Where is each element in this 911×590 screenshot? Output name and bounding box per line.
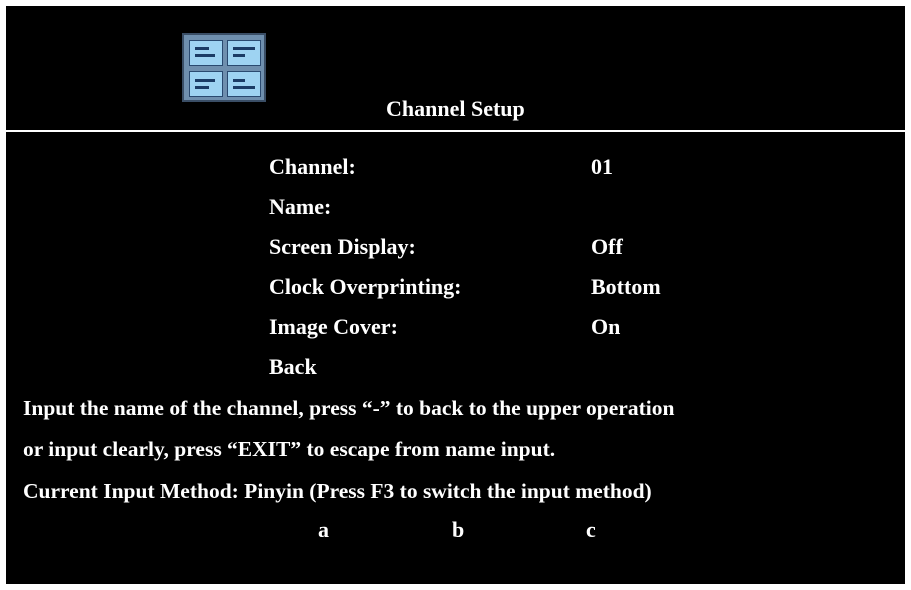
help-text-line-1: Input the name of the channel, press “-”…	[23, 396, 675, 420]
icon-line	[233, 54, 245, 57]
menu-item-name[interactable]: Name:	[269, 194, 331, 220]
input-candidate-c[interactable]: c	[586, 517, 596, 543]
icon-line	[233, 47, 255, 50]
icon-pane	[227, 71, 261, 97]
menu-item-screen-display[interactable]: Screen Display:	[269, 234, 416, 260]
icon-line	[195, 86, 209, 89]
icon-line	[233, 79, 245, 82]
icon-pane	[189, 40, 223, 66]
icon-line	[195, 54, 215, 57]
header-divider	[6, 130, 905, 132]
menu-item-back[interactable]: Back	[269, 354, 317, 380]
input-candidate-a[interactable]: a	[318, 517, 329, 543]
icon-pane	[189, 71, 223, 97]
page-title: Channel Setup	[386, 96, 525, 121]
channel-value[interactable]: 01	[591, 154, 613, 180]
osd-screen: Channel Setup Channel: 01 Name: Screen D…	[6, 6, 905, 584]
input-method-text: Current Input Method: Pinyin (Press F3 t…	[23, 479, 652, 503]
image-cover-value[interactable]: On	[591, 314, 620, 340]
clock-overprinting-value[interactable]: Bottom	[591, 274, 661, 300]
icon-line	[233, 86, 255, 89]
help-text-line-2: or input clearly, press “EXIT” to escape…	[23, 437, 556, 461]
input-candidate-b[interactable]: b	[452, 517, 464, 543]
grid-panel-icon	[182, 33, 266, 102]
icon-line	[195, 79, 215, 82]
screen-display-value[interactable]: Off	[591, 234, 623, 260]
menu-item-clock-overprinting[interactable]: Clock Overprinting:	[269, 274, 462, 300]
menu-header: Channel Setup	[6, 6, 905, 129]
menu-item-channel[interactable]: Channel:	[269, 154, 356, 180]
icon-line	[195, 47, 209, 50]
menu-item-image-cover[interactable]: Image Cover:	[269, 314, 398, 340]
icon-pane	[227, 40, 261, 66]
